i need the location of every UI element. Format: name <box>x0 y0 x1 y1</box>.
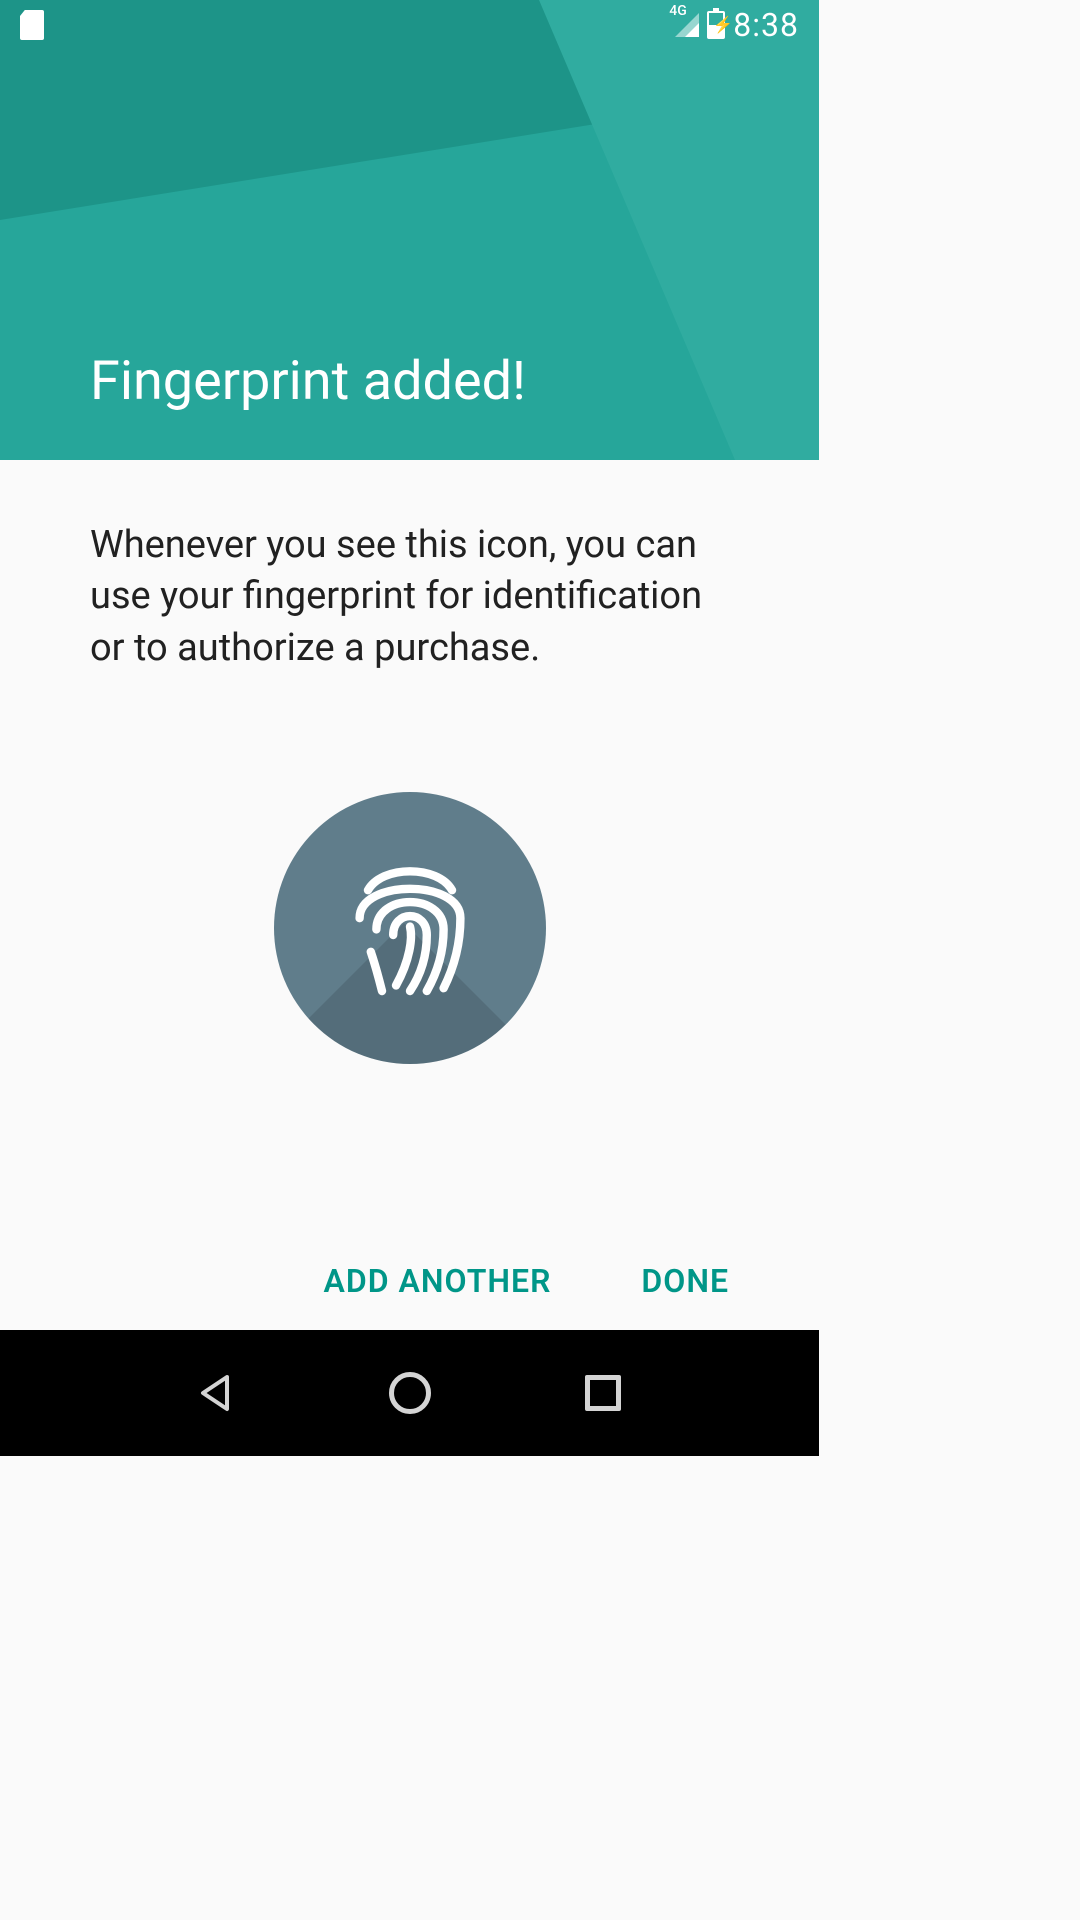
page-title: Fingerprint added! <box>90 350 526 413</box>
cellular-signal-icon: 4G <box>675 13 699 37</box>
nav-back-button[interactable] <box>195 1371 239 1415</box>
done-button[interactable]: DONE <box>641 1262 729 1300</box>
navigation-bar <box>0 1330 819 1456</box>
add-another-button[interactable]: ADD ANOTHER <box>324 1262 552 1300</box>
sd-card-icon <box>20 10 44 40</box>
status-right: 4G ⚡ 8:38 <box>675 6 799 44</box>
status-left <box>20 10 44 40</box>
description-text: Whenever you see this icon, you can use … <box>90 520 729 674</box>
button-row: ADD ANOTHER DONE <box>0 1262 819 1300</box>
battery-icon: ⚡ <box>707 11 725 39</box>
nav-home-button[interactable] <box>388 1371 432 1415</box>
status-bar: 4G ⚡ 8:38 <box>0 0 819 50</box>
content-area: Whenever you see this icon, you can use … <box>0 460 819 1330</box>
fingerprint-icon <box>274 792 546 1064</box>
clock-time: 8:38 <box>733 6 799 44</box>
nav-recent-button[interactable] <box>581 1371 625 1415</box>
